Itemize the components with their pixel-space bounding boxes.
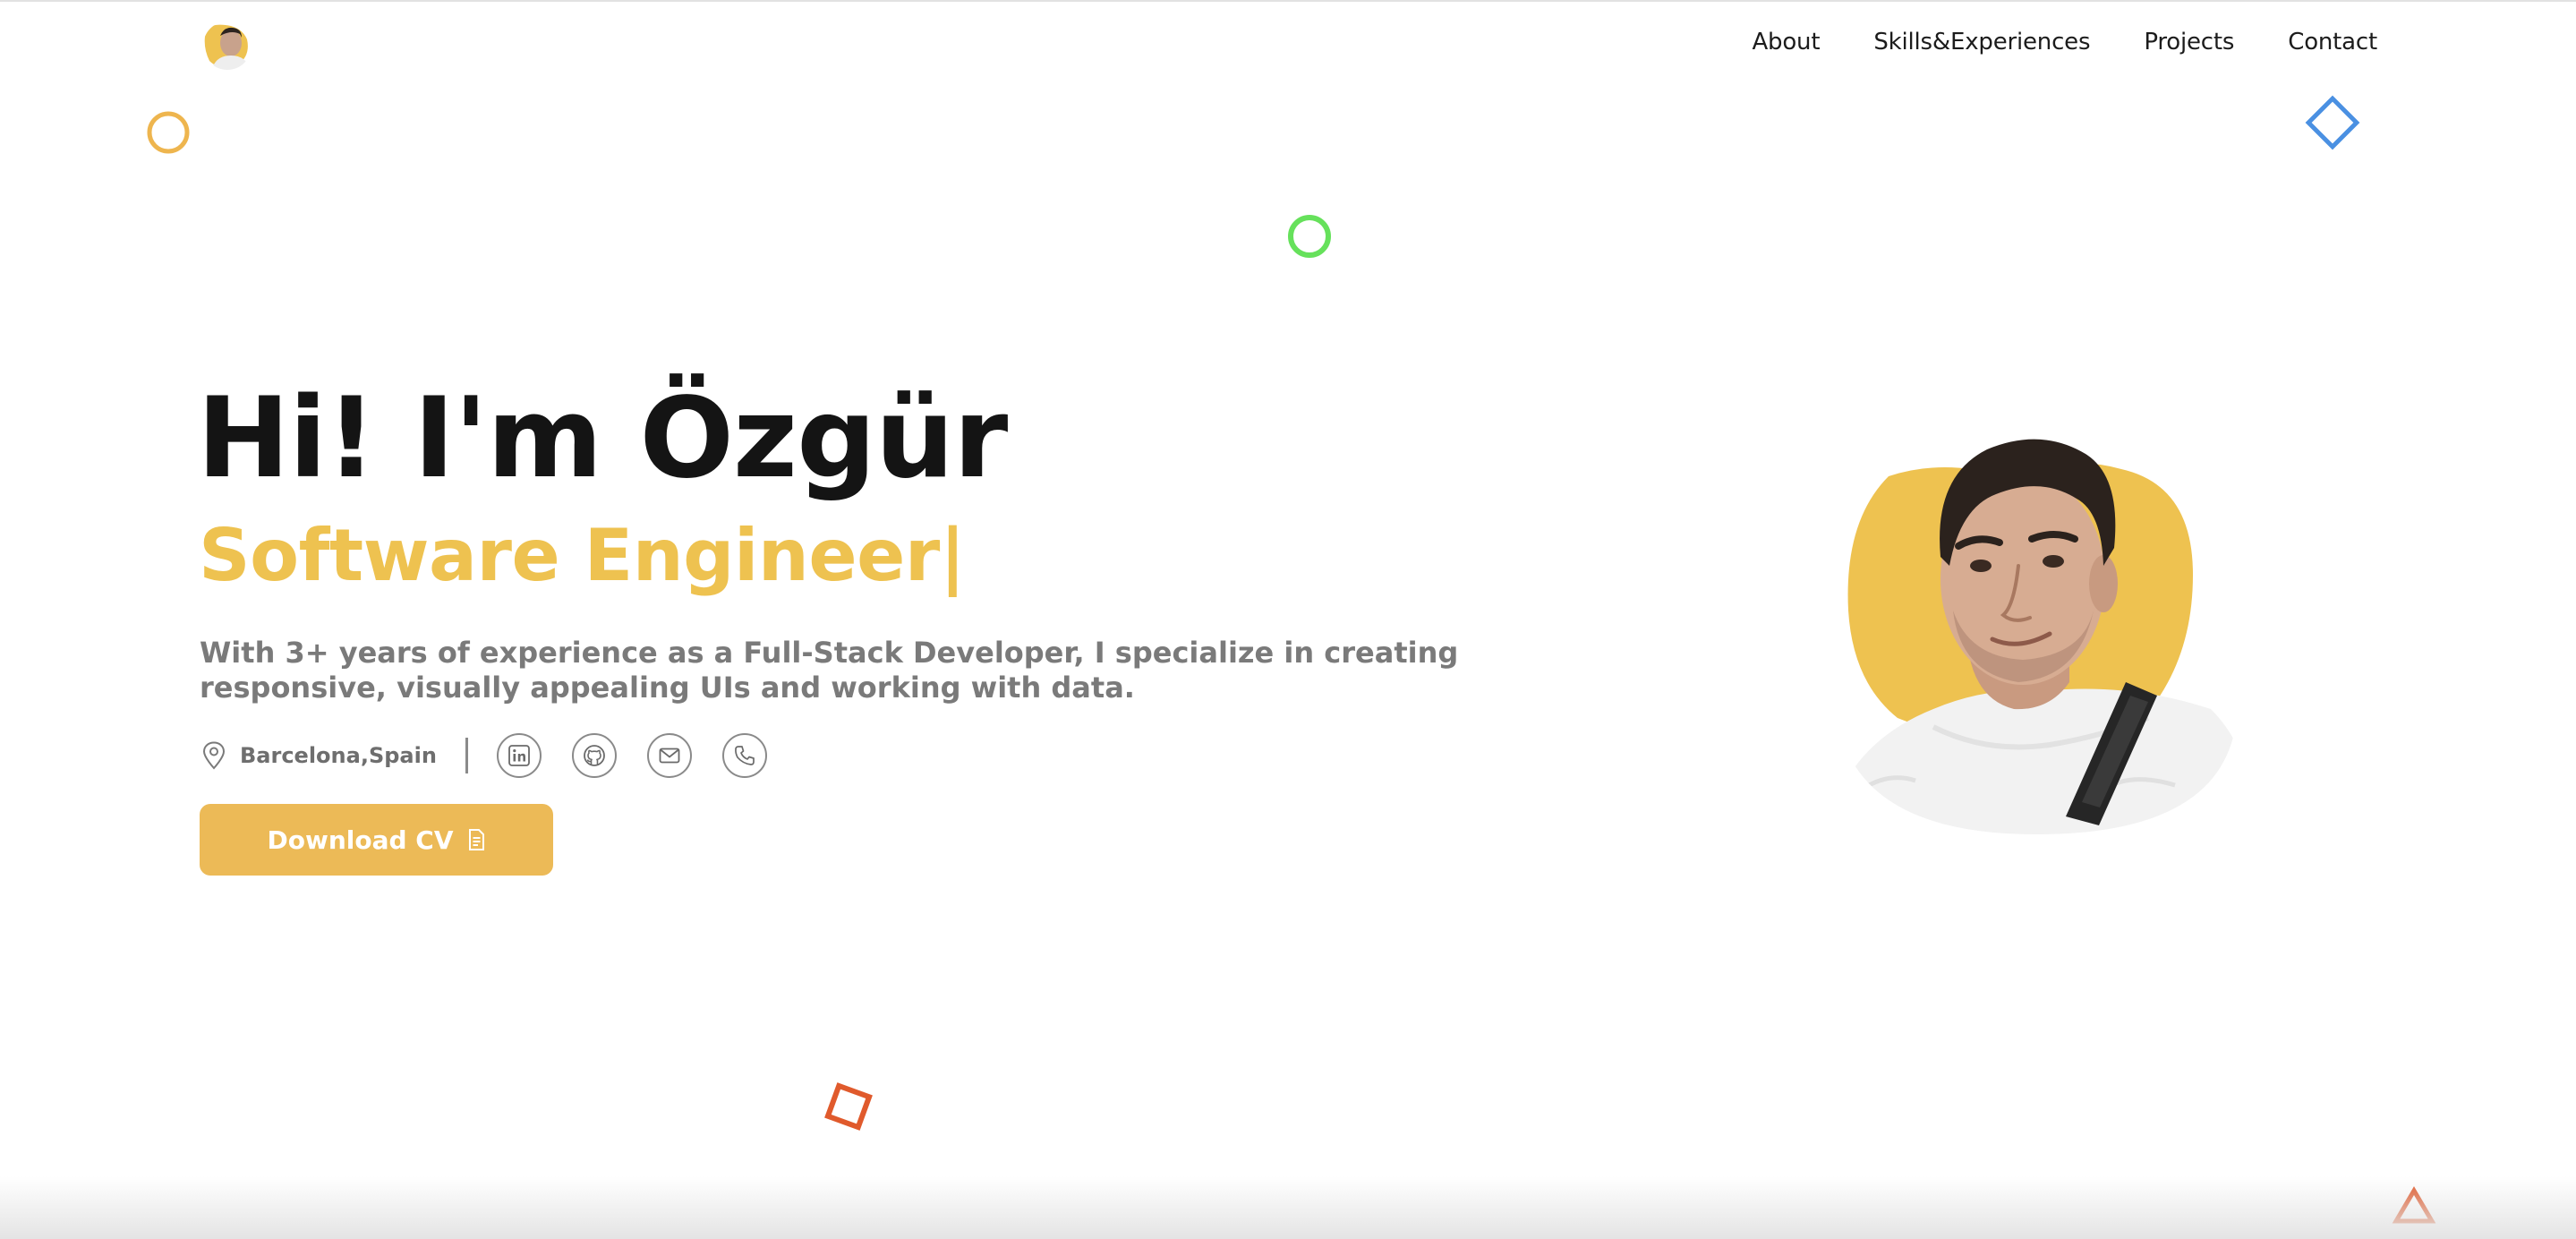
document-icon (468, 829, 484, 850)
linkedin-button[interactable] (496, 733, 542, 778)
phone-icon (734, 746, 755, 765)
download-cv-button[interactable]: Download CV (200, 804, 553, 876)
nav-about[interactable]: About (1752, 29, 1820, 56)
hero-description: With 3+ years of experience as a Full-St… (200, 636, 1459, 705)
nav-projects[interactable]: Projects (2144, 29, 2234, 56)
nav-skills-experiences[interactable]: Skills&Experiences (1873, 29, 2090, 56)
linkedin-icon (508, 745, 530, 766)
green-circle-shape (1288, 215, 1331, 258)
nav-avatar[interactable] (202, 20, 252, 72)
mail-icon (659, 748, 680, 764)
divider (465, 738, 468, 773)
orange-circle-shape (147, 111, 190, 154)
nav-contact[interactable]: Contact (2288, 29, 2377, 56)
bottom-fade (0, 1176, 2576, 1239)
hero-title: Hi! I'm Özgür (197, 374, 1008, 503)
phone-button[interactable] (721, 733, 767, 778)
location-text: Barcelona,Spain (240, 743, 437, 768)
red-square-shape (824, 1082, 873, 1131)
email-button[interactable] (646, 733, 692, 778)
download-cv-label: Download CV (267, 825, 454, 855)
blue-diamond-shape (2305, 95, 2360, 150)
main-nav: About Skills&Experiences Projects Contac… (1752, 29, 2377, 56)
github-button[interactable] (571, 733, 617, 778)
location-pin-icon (202, 741, 226, 770)
page: About Skills&Experiences Projects Contac… (0, 0, 2576, 1239)
contact-row: Barcelona,Spain (200, 731, 798, 781)
profile-portrait (1835, 439, 2238, 834)
github-icon (584, 745, 605, 766)
hero-role: Software Engineer| (199, 514, 966, 597)
